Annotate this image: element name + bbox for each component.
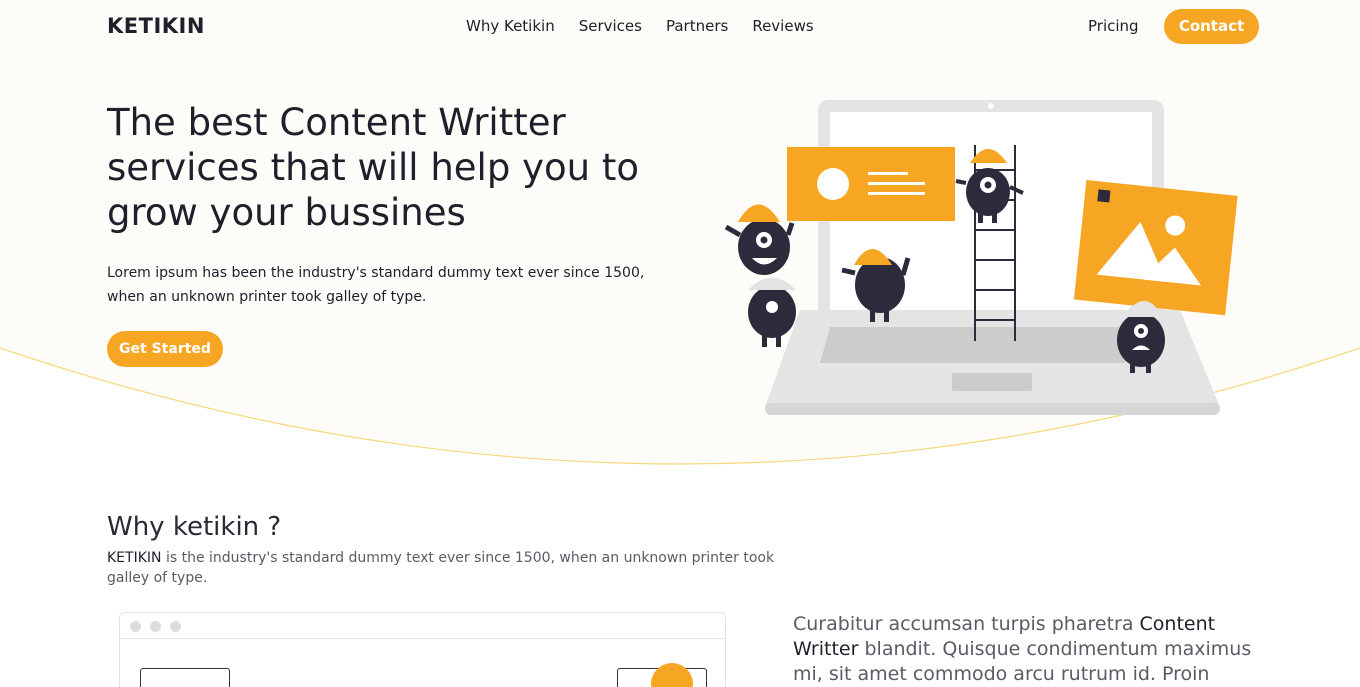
why-section-text: KETIKIN is the industry's standard dummy… [107, 548, 777, 588]
nav-link-reviews[interactable]: Reviews [752, 17, 813, 35]
why-brand: KETIKIN [107, 550, 162, 566]
nav-link-services[interactable]: Services [579, 17, 642, 35]
browser-dot-icon [170, 621, 181, 632]
nav-links: Why Ketikin Services Partners Reviews [466, 17, 814, 35]
hero-description: Lorem ipsum has been the industry's stan… [107, 265, 645, 305]
browser-dot-icon [150, 621, 161, 632]
contact-button[interactable]: Contact [1164, 9, 1259, 44]
browser-toolbar [120, 613, 725, 639]
content-paragraph: Curabitur accumsan turpis pharetra Conte… [793, 612, 1253, 687]
top-navbar: KETIKIN Why Ketikin Services Partners Re… [0, 0, 1360, 54]
content-part-1: Curabitur accumsan turpis pharetra [793, 613, 1140, 635]
browser-dot-icon [130, 621, 141, 632]
mockup-circle [651, 663, 693, 687]
nav-link-partners[interactable]: Partners [666, 17, 728, 35]
nav-link-why-ketikin[interactable]: Why Ketikin [466, 17, 555, 35]
get-started-button[interactable]: Get Started [107, 331, 223, 367]
hero-illustration [724, 100, 1238, 415]
nav-link-pricing[interactable]: Pricing [1088, 17, 1139, 35]
content-part-2: blandit. Quisque condimentum maximus mi,… [793, 638, 1252, 685]
why-section-title: Why ketikin ? [107, 512, 282, 542]
mockup-box [140, 668, 230, 687]
why-text-body: is the industry's standard dummy text ev… [107, 550, 775, 586]
logo[interactable]: KETIKIN [107, 14, 205, 38]
browser-mockup [119, 612, 726, 687]
hero-title: The best Content Writter services that w… [107, 101, 639, 234]
